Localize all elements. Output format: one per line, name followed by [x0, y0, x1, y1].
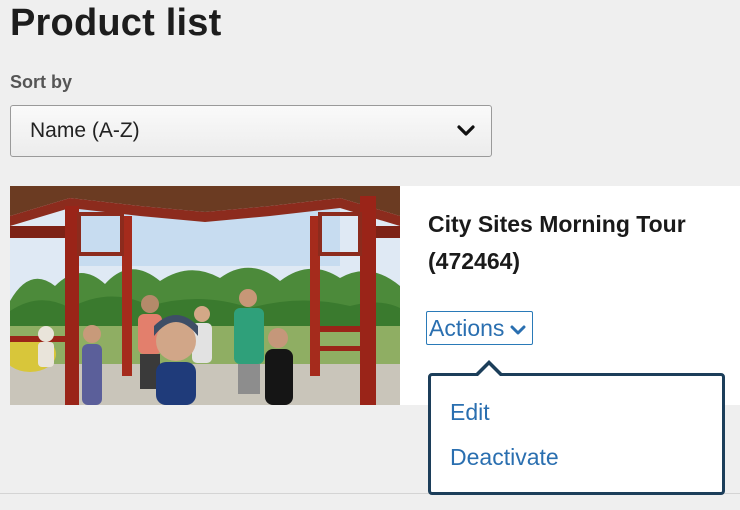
product-image[interactable] — [10, 186, 400, 405]
menu-item-deactivate[interactable]: Deactivate — [450, 444, 559, 471]
dropdown-caret-fill — [477, 365, 501, 377]
chevron-down-icon — [455, 120, 477, 142]
sort-by-label: Sort by — [10, 72, 73, 92]
sort-selected-value: Name (A-Z) — [30, 119, 140, 142]
actions-dropdown-menu: Edit Deactivate — [428, 360, 725, 495]
product-name[interactable]: City Sites Morning Tour (472464) — [428, 206, 728, 280]
product-list-page: Product list Sort by Name (A-Z) City Sit… — [0, 0, 740, 510]
actions-label: Actions — [429, 314, 505, 341]
page-title: Product list — [10, 2, 222, 44]
chevron-down-icon — [510, 315, 526, 342]
menu-item-edit[interactable]: Edit — [450, 399, 490, 426]
sort-by-select[interactable]: Name (A-Z) — [10, 105, 492, 157]
actions-button[interactable]: Actions — [426, 311, 534, 345]
